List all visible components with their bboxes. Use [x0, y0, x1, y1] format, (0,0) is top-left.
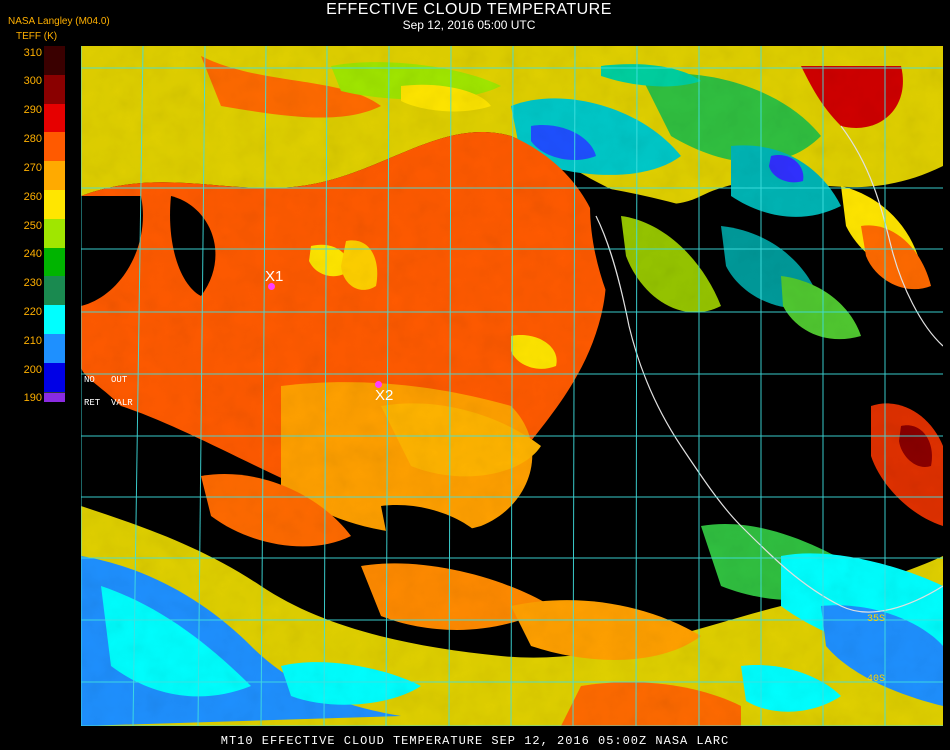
- legend-tick: 280: [23, 133, 42, 145]
- flag-valr: VALR: [111, 398, 133, 408]
- legend-tick: 310: [23, 47, 42, 59]
- legend-tick: 220: [23, 306, 42, 318]
- legend-swatch: [44, 362, 65, 392]
- legend-swatch: [44, 333, 65, 363]
- marker-x2-label: X2: [375, 387, 394, 404]
- legend-tick: 250: [23, 220, 42, 232]
- chart-title: EFFECTIVE CLOUD TEMPERATURE: [326, 1, 612, 18]
- legend-tick: 270: [23, 162, 42, 174]
- legend-swatch: [44, 391, 65, 402]
- legend-tick: 300: [23, 75, 42, 87]
- legend-swatch: [44, 218, 65, 248]
- legend-tick: 290: [23, 104, 42, 116]
- flag-row-no-out: NO OUT: [84, 375, 127, 385]
- flag-out: OUT: [111, 375, 128, 385]
- legend-swatch: [44, 103, 65, 133]
- marker-x1-label: X1: [265, 268, 284, 285]
- flag-row-ret-valr: RET VALR: [84, 398, 133, 408]
- legend-swatch: [44, 247, 65, 277]
- legend-tick: 240: [23, 248, 42, 260]
- agency-label: NASA Langley (M04.0): [8, 16, 110, 27]
- legend-tick: 200: [23, 364, 42, 376]
- legend-swatch: [44, 189, 65, 219]
- chart-subtitle: Sep 12, 2016 05:00 UTC: [402, 18, 536, 32]
- legend-tick: 210: [23, 335, 42, 347]
- legend-swatch: [44, 74, 65, 104]
- flag-ret: RET: [84, 398, 101, 408]
- cloud-temperature-field: [81, 46, 943, 726]
- legend-swatch: [44, 161, 65, 190]
- footer-caption: MT10 EFFECTIVE CLOUD TEMPERATURE SEP 12,…: [220, 734, 730, 748]
- legend-swatch: [44, 276, 65, 306]
- legend-swatch: [44, 46, 65, 75]
- units-label: TEFF (K): [16, 31, 58, 42]
- legend-tick: 190: [23, 392, 42, 404]
- legend-swatch: [44, 305, 65, 334]
- legend-swatch: [44, 132, 65, 162]
- grid-label: 40S: [867, 674, 886, 685]
- legend-tick: 230: [23, 277, 42, 289]
- color-legend: [44, 46, 65, 402]
- legend-tick: 260: [23, 191, 42, 203]
- satellite-map: 35S 40S X1 X2: [81, 46, 943, 726]
- flag-no: NO: [84, 375, 95, 385]
- grid-label: 35S: [867, 614, 886, 625]
